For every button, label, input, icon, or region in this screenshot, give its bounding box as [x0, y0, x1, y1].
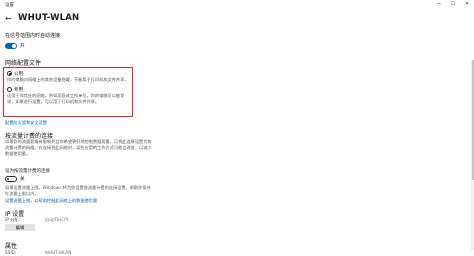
radio-private-description: 适用于你信任的网络，例如家庭或工作单位。你的电脑可以被发现，如果进行设置，可以用…: [7, 93, 125, 104]
auto-connect-toggle[interactable]: [5, 43, 17, 49]
metered-toggle-state: 关: [20, 177, 25, 182]
metered-note: 如果设置流量上限，Windows 将为你设置按流量计费的连接设置，帮助你保持在流…: [5, 185, 151, 196]
metered-description: 如果你的流量套餐有限制并且你希望更好地控制数据用量，可将此连接设置为按流量计费的…: [5, 139, 152, 156]
ssid-value: WHUT-WLAN: [45, 250, 72, 255]
window-title: 设置: [5, 3, 14, 8]
maximize-icon[interactable]: ☐: [446, 0, 460, 9]
metered-toggle[interactable]: [5, 176, 17, 182]
ssid-key: SSID:: [5, 250, 17, 255]
page-title: WHUT-WLAN: [18, 13, 80, 23]
back-arrow-icon[interactable]: ←: [5, 14, 12, 23]
data-limit-link[interactable]: 设置流量上限，以帮助控制此网络上的数据使用量: [5, 198, 97, 204]
radio-private[interactable]: [7, 87, 12, 92]
metered-toggle-label: 设为按流量计费的连接: [5, 169, 50, 174]
auto-connect-toggle-state: 开: [20, 44, 25, 49]
ip-assignment-value: 自动(DHCP): [45, 217, 69, 222]
properties-heading: 属性: [5, 243, 18, 250]
close-icon[interactable]: ✕: [460, 0, 474, 9]
firewall-settings-link[interactable]: 配置防火墙和安全设置: [5, 120, 47, 126]
radio-public[interactable]: [7, 71, 12, 76]
title-bar: 设置 ─ ☐ ✕: [0, 0, 474, 9]
ip-edit-button[interactable]: 编辑: [5, 224, 35, 231]
minimize-icon[interactable]: ─: [432, 0, 446, 9]
auto-connect-label: 在信号范围内时自动连接: [5, 33, 61, 39]
window-controls: ─ ☐ ✕: [432, 0, 474, 9]
ip-assignment-key: IP 分配:: [5, 217, 20, 222]
network-profile-heading: 网络配置文件: [5, 60, 42, 67]
radio-public-description: 你的电脑对网络上的其他设备隐藏，不能用于打印机和文件共享。: [7, 77, 129, 82]
